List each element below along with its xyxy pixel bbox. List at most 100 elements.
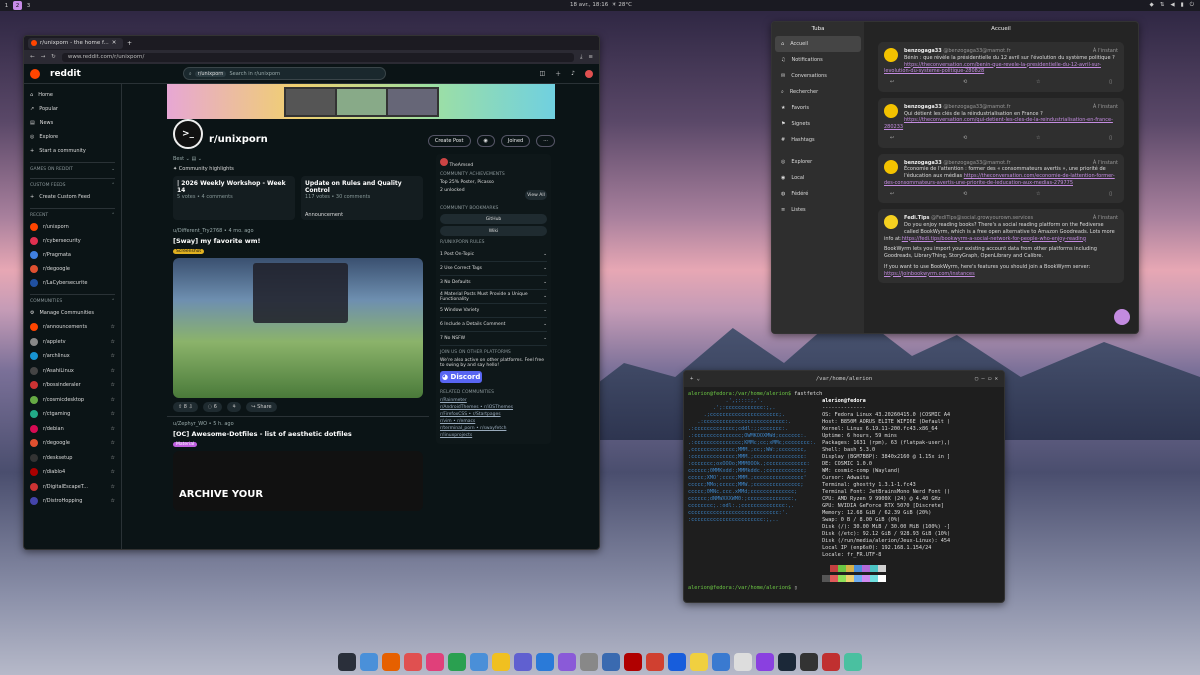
volume-icon[interactable]: ◀ [1170,2,1174,9]
terminal-icon[interactable] [338,653,356,671]
tuba-nav-item[interactable]: ⌕ Rechercher [775,84,861,100]
app-icon[interactable] [404,653,422,671]
star-icon[interactable]: ☆ [111,382,115,388]
joined-button[interactable]: Joined [500,135,531,147]
post-title[interactable]: [OC] Awesome-Dotfiles - list of aestheti… [173,430,423,438]
related-community-link[interactable]: r/AndroidThemes • r/iOSThemes [440,405,547,410]
menu-icon[interactable]: ≡ [588,54,593,60]
post-author[interactable]: benzogaga33 [904,104,942,110]
tuba-nav-item[interactable]: ◎ Explorer [775,154,861,170]
reply-icon[interactable]: ↩ [890,135,894,142]
sidebar-item-recent[interactable]: r/LaCybersecurite [30,276,115,290]
app-icon[interactable] [822,653,840,671]
terminal-output[interactable]: alerion@fedora:/var/home/alerion$ fastfe… [684,387,1004,596]
highlight-card[interactable]: | 2026 Weekly Workshop - Week 14 5 votes … [173,176,295,220]
discord-button[interactable]: ◕ Discord [440,371,483,383]
app-icon[interactable] [844,653,862,671]
boost-icon[interactable]: ⟲ [963,191,967,198]
related-community-link[interactable]: r/FirefoxCSS • r/Startpages [440,412,547,417]
tuba-nav-item[interactable]: ⌂ Accueil [775,36,861,52]
award-button[interactable]: ⚘ [226,402,242,412]
avatar[interactable] [884,159,898,174]
reload-icon[interactable]: ↻ [51,54,56,60]
post-author[interactable]: Fedi.Tips [904,215,929,221]
sort-dropdown[interactable]: Best ⌄ ▤ ⌄ [173,156,423,162]
back-icon[interactable]: ← [30,54,35,60]
section-custom-feeds[interactable]: CUSTOM FEEDS ⌃ [30,178,115,190]
clock[interactable]: 18 avr., 18:16 ☀ 28°C [570,2,632,8]
section-communities[interactable]: COMMUNITIES ⌃ [30,294,115,306]
reddit-logo-icon[interactable] [30,68,40,79]
app-icon[interactable] [514,653,532,671]
sidebar-item-recent[interactable]: r/Pragmata [30,248,115,262]
sidebar-item-community[interactable]: r/diablo4 ☆ [30,465,115,480]
achievement[interactable]: Top 25% Poster, Picasso [440,180,547,185]
avatar[interactable] [884,48,898,62]
sidebar-item-community[interactable]: r/cosmicdesktop ☆ [30,393,115,408]
comments-button[interactable]: ◌ 6 [202,402,222,412]
favorite-icon[interactable]: ☆ [1036,191,1040,198]
download-icon[interactable]: ⤓ [580,54,582,61]
window-controls[interactable]: ▢ – ▭ ✕ [975,376,998,382]
new-tab-icon[interactable]: + ⌄ [690,376,700,382]
app-icon[interactable] [646,653,664,671]
boost-icon[interactable]: ⟲ [963,135,967,142]
post-image[interactable]: ARCHIVE YOUR [173,451,423,511]
tray-icon[interactable]: ◆ [1150,2,1154,9]
app-icon[interactable] [492,653,510,671]
rule-item[interactable]: 5 Window Variety ⌄ [440,304,547,318]
sidebar-item-community[interactable]: r/bossinderaler ☆ [30,378,115,393]
tuba-nav-item[interactable]: ≡ Listes [775,202,861,218]
github-bookmark-button[interactable]: GitHub [440,214,547,224]
app-icon[interactable] [756,653,774,671]
vscode-icon[interactable] [536,653,554,671]
nav-start-community[interactable]: + Start a community [30,144,115,158]
sidebar-item-community[interactable]: r/AsahiLinux ☆ [30,364,115,379]
sidebar-item-community[interactable]: r/archlinux ☆ [30,349,115,364]
view-all-button[interactable]: View All [525,190,547,200]
post-author[interactable]: u/Zephyr_WO • 5 h. ago [173,421,423,427]
bitwarden-icon[interactable] [668,653,686,671]
files-icon[interactable] [360,653,378,671]
tuba-nav-item[interactable]: ★ Favoris [775,100,861,116]
tuba-post[interactable]: benzogaga33 @benzogaga33@mamot.fr À l'ins… [878,153,1124,204]
create-custom-feed[interactable]: + Create Custom Feed [30,190,115,204]
sidebar-item-community[interactable]: r/appletv ☆ [30,335,115,350]
firefox-icon[interactable] [382,653,400,671]
rule-item[interactable]: 6 Include a Details Comment ⌄ [440,318,547,332]
star-icon[interactable]: ☆ [111,324,115,330]
bookmark-icon[interactable]: ▯ [1109,79,1112,86]
workspace-2[interactable]: 2 [13,1,22,10]
rule-item[interactable]: 1 Post On-Topic ⌄ [440,248,547,262]
tuba-nav-item[interactable]: ◍ Fédéré [775,186,861,202]
rule-item[interactable]: 3 No Defaults ⌄ [440,276,547,290]
favorite-icon[interactable]: ☆ [1036,79,1040,86]
create-post-button[interactable]: Create Post [427,135,471,147]
star-icon[interactable]: ☆ [111,440,115,446]
workspace-3[interactable]: 3 [24,1,33,10]
related-community-link[interactable]: r/Rainmeter [440,398,547,403]
create-icon[interactable]: ＋ [555,69,561,78]
nav-news[interactable]: ▤ News [30,116,115,130]
post-author[interactable]: u/Different_Try2768 • 4 mo. ago [173,228,423,234]
address-input[interactable]: www.reddit.com/r/unixporn/ [61,52,574,62]
app-icon[interactable] [558,653,576,671]
star-icon[interactable]: ☆ [111,339,115,345]
avatar[interactable] [585,69,593,78]
rule-item[interactable]: 7 No NSFW ⌄ [440,332,547,346]
highlights-header[interactable]: ✦ Community highlights [173,166,423,172]
post-link[interactable]: https://fedi.tips/bookwyrm-a-social-netw… [902,236,1086,242]
app-icon[interactable] [800,653,818,671]
app-icon[interactable] [602,653,620,671]
post-flair[interactable]: Material [173,442,198,447]
chat-icon[interactable]: ◫ [539,70,545,77]
sidebar-item-community[interactable]: r/DigitalEscapeT... ☆ [30,480,115,495]
compose-button[interactable] [1114,309,1130,325]
app-icon[interactable] [426,653,444,671]
reply-icon[interactable]: ↩ [890,191,894,198]
app-icon[interactable] [734,653,752,671]
favorite-icon[interactable]: ☆ [1036,135,1040,142]
app-icon[interactable] [580,653,598,671]
sidebar-item-community[interactable]: r/debian ☆ [30,422,115,437]
tuba-nav-item[interactable]: ◉ Local [775,170,861,186]
